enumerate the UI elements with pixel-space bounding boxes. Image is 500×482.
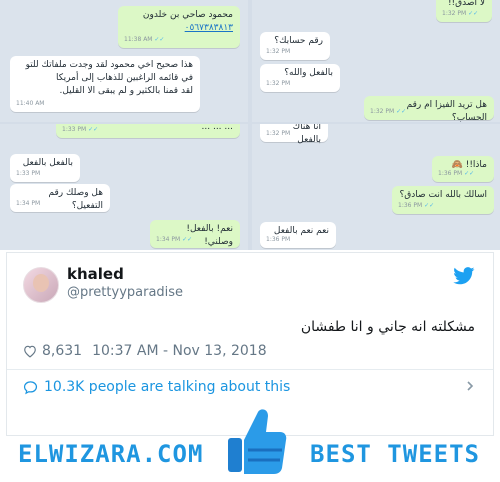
chat-bubble-incoming: انا هناك بالفعل 1:32 PM xyxy=(260,124,328,145)
best-tweets-label: BEST TWEETS xyxy=(310,440,480,468)
chat-bubble-incoming: نعم نعم بالفعل 1:36 PM xyxy=(260,222,336,248)
chat-panel-top-right: لا أصدق!! 1:32 PM رقم حسابك؟ 1:32 PM بال… xyxy=(252,0,500,122)
chat-bubble-incoming: هذا صحيح اخي محمود لقد وجدت ملفاتك للتو … xyxy=(10,56,200,112)
chat-bubble-outgoing: نعم! بالفعل! وصلني! 1:34 PM xyxy=(150,220,240,248)
avatar[interactable] xyxy=(23,267,59,303)
thumbs-up-icon xyxy=(228,409,287,474)
message-time: 1:36 PM xyxy=(398,199,434,212)
message-time: 1:32 PM xyxy=(442,7,478,20)
chat-bubble-incoming: بالفعل والله؟ 1:32 PM xyxy=(260,64,340,92)
tweet-author-name[interactable]: khaled xyxy=(67,265,124,283)
message-time: 1:36 PM xyxy=(266,236,291,243)
message-text: في قائمه الراغبين للذهاب إلى أمريكا xyxy=(55,73,193,83)
message-text: محمود صاحي بن خلدون xyxy=(142,10,233,20)
chat-bubble-outgoing: ماذا!! 🙈 1:36 PM xyxy=(432,156,494,182)
chat-bubble-outgoing: اسالك بالله انت صادق؟ 1:36 PM xyxy=(392,186,494,214)
chat-panel-bottom-right: انا هناك بالفعل 1:32 PM ماذا!! 🙈 1:36 PM… xyxy=(252,124,500,250)
message-time: 1:33 PM xyxy=(16,170,41,177)
branding-footer: ELWIZARA.COM BEST TWEETS xyxy=(6,409,494,480)
chat-bubble-incoming: رقم حسابك؟ 1:32 PM xyxy=(260,32,330,60)
chat-bubble-outgoing: محمود صاحي بن خلدون ٠٥٦٧٣٨٣٨١٣ 11:38 AM xyxy=(118,6,240,48)
heart-icon[interactable] xyxy=(23,344,37,358)
tweet-timestamp[interactable]: 10:37 AM - Nov 13, 2018 xyxy=(92,343,267,359)
chat-panel-top-left: محمود صاحي بن خلدون ٠٥٦٧٣٨٣٨١٣ 11:38 AM … xyxy=(0,0,248,122)
message-time: 11:40 AM xyxy=(16,100,45,107)
message-time: 1:32 PM xyxy=(266,130,291,137)
message-time: 1:34 PM xyxy=(16,200,41,207)
twitter-bird-icon[interactable] xyxy=(453,267,475,285)
message-text: هذا صحيح اخي محمود لقد وجدت ملفاتك للتو xyxy=(25,60,193,70)
speech-bubble-icon xyxy=(23,380,38,394)
chat-bubble-outgoing: هل تريد الفيزا ام رقم الحساب؟ 1:32 PM xyxy=(364,96,494,122)
chat-bubble-outgoing: لا أصدق!! 1:32 PM xyxy=(436,0,492,22)
divider xyxy=(7,369,493,370)
chat-bubble-outgoing: ... ... ... 1:33 PM xyxy=(56,124,240,138)
message-time: 11:38 AM xyxy=(124,33,164,46)
like-control[interactable]: 8,631 xyxy=(23,343,82,359)
chat-screenshot-collage: محمود صاحي بن خلدون ٠٥٦٧٣٨٣٨١٣ 11:38 AM … xyxy=(0,0,500,250)
chevron-right-icon[interactable] xyxy=(465,381,475,391)
like-count: 8,631 xyxy=(42,343,83,359)
message-time: 1:34 PM xyxy=(156,233,192,246)
brand-name: ELWIZARA.COM xyxy=(18,440,204,468)
tweet-meta-row: 8,631 10:37 AM - Nov 13, 2018 xyxy=(23,343,267,359)
chat-panel-bottom-left: ... ... ... 1:33 PM بالفعل بالفعل 1:33 P… xyxy=(0,124,248,250)
message-time: 1:32 PM xyxy=(266,80,291,87)
chat-bubble-incoming: هل وصلك رقم التفعيل؟ 1:34 PM xyxy=(10,184,110,212)
message-time: 1:33 PM xyxy=(62,124,98,136)
conversation-count: 10.3K people are talking about this xyxy=(44,379,291,395)
message-time: 1:36 PM xyxy=(438,167,474,180)
message-time: 1:32 PM xyxy=(266,48,291,55)
tweet-text: مشكلته انه جاني و انا طفشان xyxy=(300,319,475,335)
conversation-link[interactable]: 10.3K people are talking about this xyxy=(23,379,290,395)
message-time: 1:32 PM xyxy=(370,105,406,118)
tweet-author-handle[interactable]: @prettyyparadise xyxy=(67,285,183,300)
chat-bubble-incoming: بالفعل بالفعل 1:33 PM xyxy=(10,154,80,182)
